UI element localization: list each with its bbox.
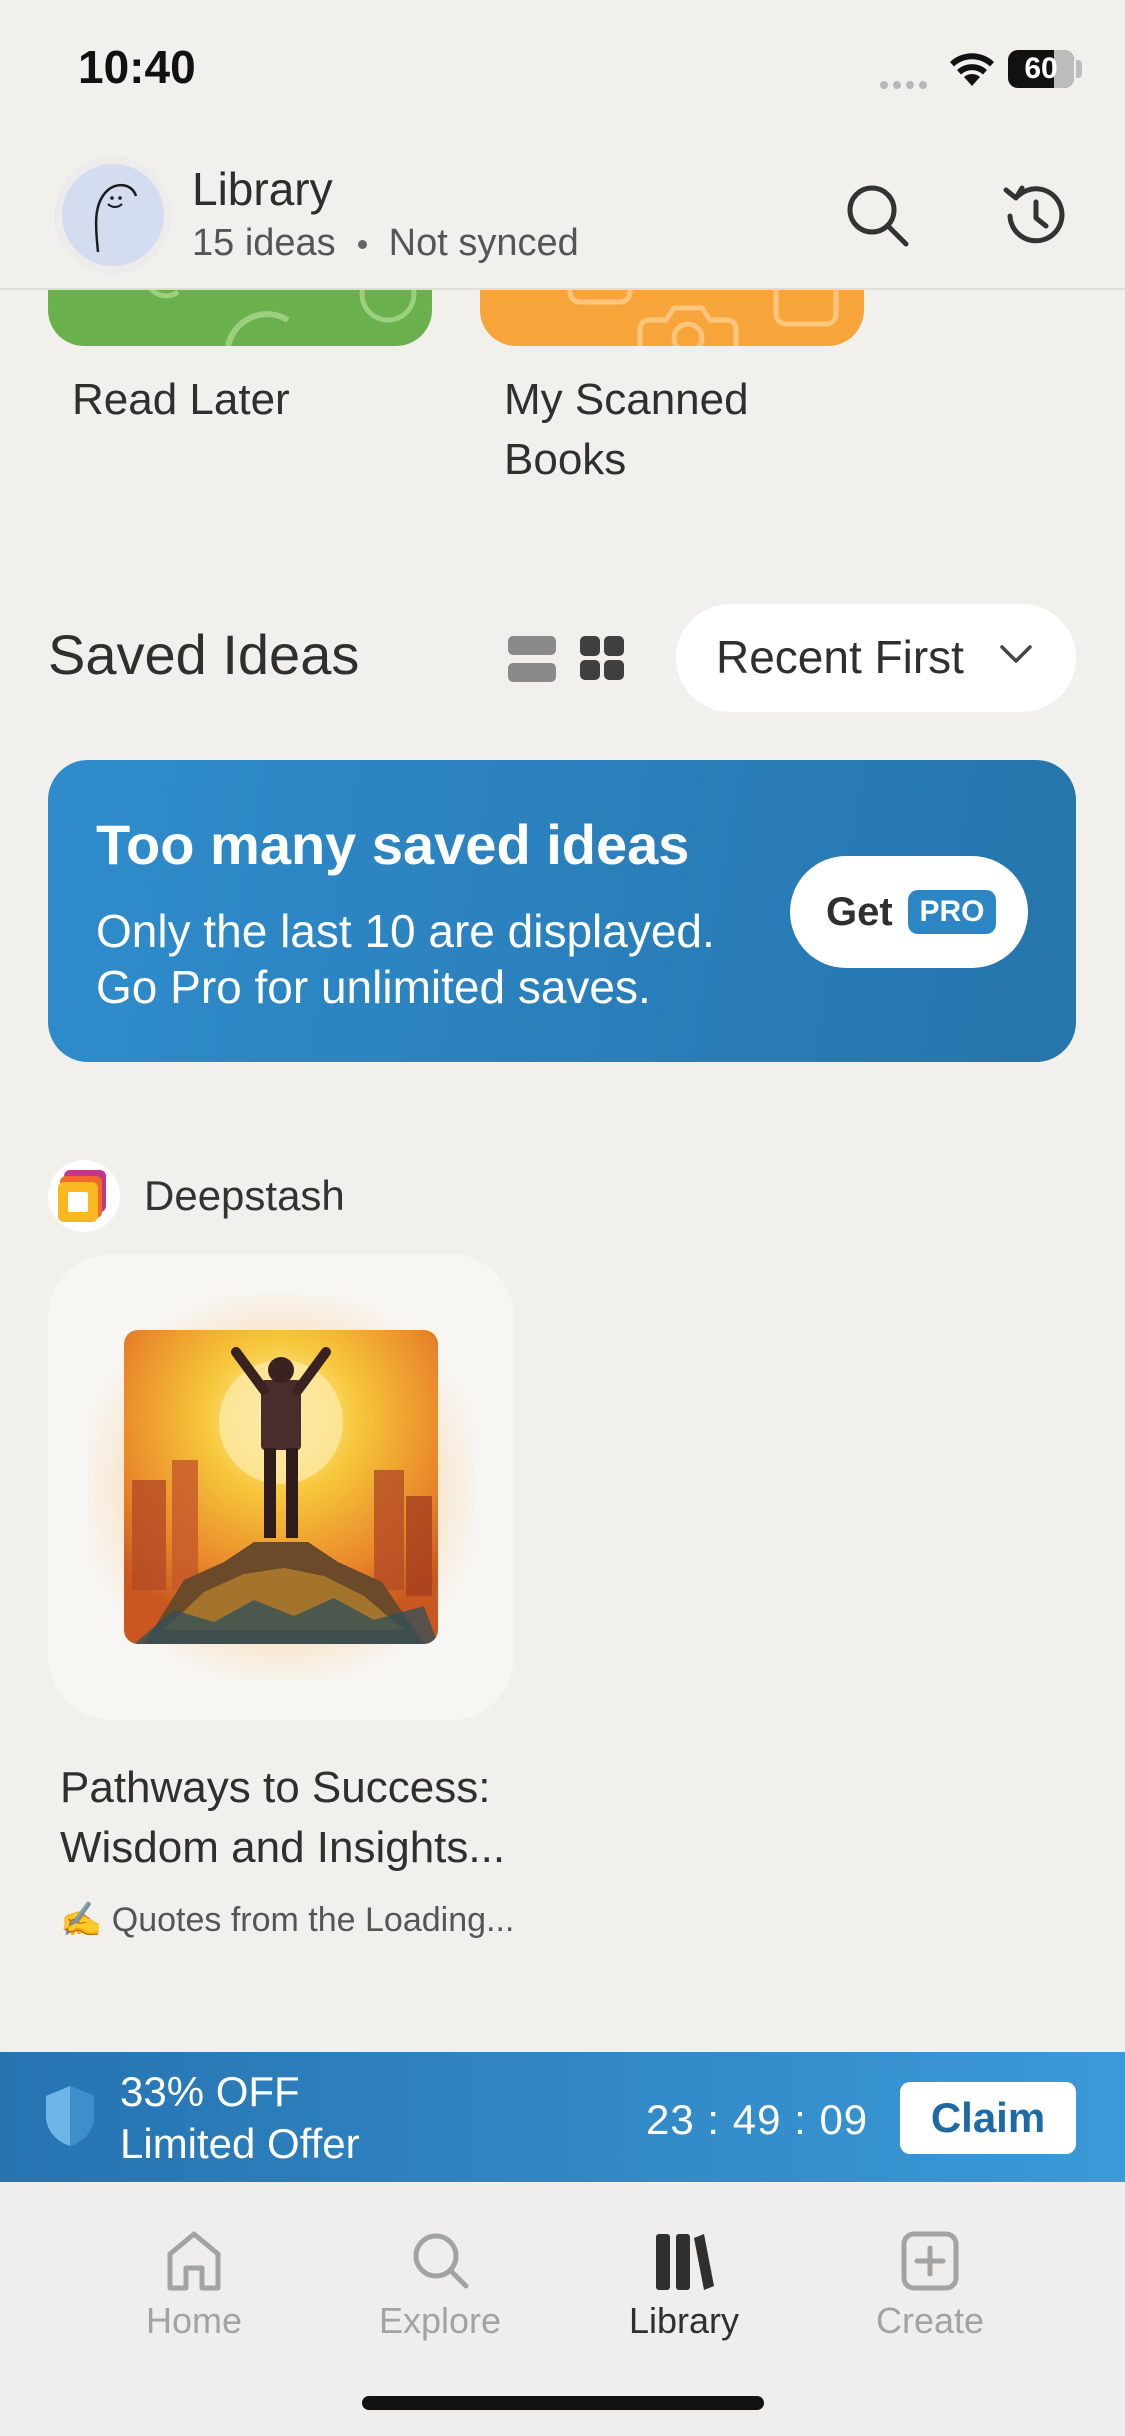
home-icon <box>167 2231 221 2291</box>
source-name: Deepstash <box>144 1172 345 1219</box>
idea-thumbnail-image <box>124 1330 438 1644</box>
offer-countdown: 23 : 49 : 09 <box>646 2096 869 2143</box>
library-icon <box>656 2234 714 2290</box>
avatar[interactable] <box>54 156 172 274</box>
read-later-label[interactable]: Read Later <box>72 370 290 430</box>
tab-create-label: Create <box>875 2300 985 2341</box>
library-subtitle: 15 ideas Not synced <box>192 222 579 265</box>
cellular-signal-icon <box>880 76 936 89</box>
writing-hand-icon: ✍️ <box>60 1901 103 1939</box>
offer-label: Limited Offer <box>120 2120 360 2167</box>
idea-source: ✍️ Quotes from the Loading... <box>60 1901 515 1939</box>
page-title: Library <box>192 163 333 215</box>
search-icon[interactable] <box>838 176 918 256</box>
sort-label: Recent First <box>716 631 964 683</box>
tab-home[interactable]: Home <box>114 2230 274 2342</box>
wifi-icon <box>948 50 996 93</box>
sort-dropdown[interactable]: Recent First <box>676 604 1076 712</box>
shield-icon <box>44 2084 96 2153</box>
grid-view-icon[interactable] <box>580 636 628 684</box>
idea-title[interactable]: Pathways to Success: Wisdom and Insights… <box>60 1758 580 1878</box>
history-icon[interactable] <box>994 176 1074 256</box>
status-time: 10:40 <box>78 41 196 93</box>
get-pro-button[interactable]: Get PRO <box>790 856 1028 968</box>
pro-upsell-banner: Too many saved ideas Only the last 10 ar… <box>48 760 1076 1062</box>
tab-explore[interactable]: Explore <box>360 2230 520 2342</box>
claim-button[interactable]: Claim <box>900 2082 1076 2154</box>
scanned-books-collection[interactable] <box>480 290 864 346</box>
offer-discount: 33% OFF <box>120 2068 300 2115</box>
ideas-count: 15 ideas <box>192 222 336 264</box>
tab-library-label: Library <box>628 2300 740 2341</box>
limited-offer-bar: 33% OFF Limited Offer 23 : 49 : 09 Claim <box>0 2052 1125 2182</box>
search-icon <box>413 2233 469 2289</box>
tab-library[interactable]: Library <box>604 2230 764 2342</box>
read-later-collection[interactable] <box>48 290 432 346</box>
pro-banner-text-2: Go Pro for unlimited saves. <box>96 961 651 1013</box>
battery-icon: 60 <box>1008 50 1074 88</box>
pro-badge: PRO <box>908 890 996 934</box>
tab-create[interactable]: Create <box>850 2230 1010 2342</box>
get-label: Get <box>826 890 893 934</box>
deepstash-logo-icon <box>48 1160 120 1232</box>
list-view-icon[interactable] <box>508 636 556 682</box>
saved-ideas-title: Saved Ideas <box>48 623 360 686</box>
pro-banner-title: Too many saved ideas <box>96 813 690 876</box>
chevron-down-icon <box>998 642 1034 671</box>
tab-home-label: Home <box>145 2300 243 2341</box>
sync-status: Not synced <box>388 222 579 264</box>
tab-explore-label: Explore <box>378 2300 502 2341</box>
battery-tip <box>1076 60 1082 78</box>
pro-banner-text: Only the last 10 are displayed. <box>96 905 715 957</box>
scanned-books-label[interactable]: My Scanned Books <box>504 370 749 490</box>
idea-card[interactable] <box>48 1254 514 1720</box>
home-indicator <box>362 2396 764 2410</box>
plus-square-icon <box>901 2231 959 2291</box>
